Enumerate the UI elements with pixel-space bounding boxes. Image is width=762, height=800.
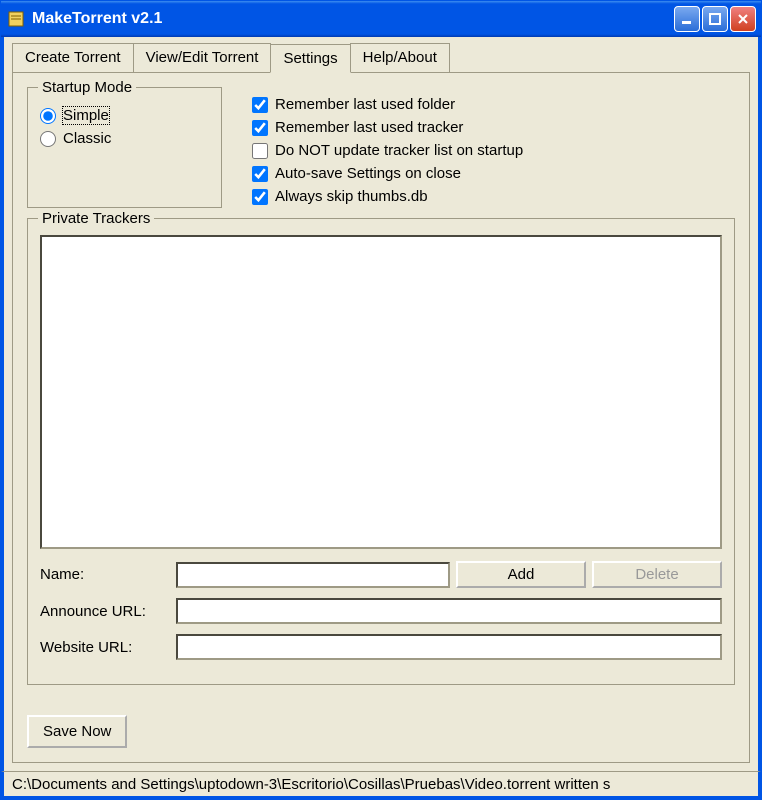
maximize-button[interactable] xyxy=(702,6,728,32)
website-label: Website URL: xyxy=(40,639,170,656)
settings-panel: Startup Mode Simple Classic Remember las… xyxy=(12,72,750,763)
tab-settings[interactable]: Settings xyxy=(270,44,350,73)
announce-url-input[interactable] xyxy=(176,598,722,624)
check-autosave-label: Auto-save Settings on close xyxy=(275,165,461,182)
delete-button[interactable]: Delete xyxy=(592,561,722,588)
app-icon xyxy=(6,9,26,29)
radio-simple[interactable] xyxy=(40,108,56,124)
check-remember-folder-row[interactable]: Remember last used folder xyxy=(252,93,523,116)
private-trackers-title: Private Trackers xyxy=(38,210,154,227)
name-label: Name: xyxy=(40,566,170,583)
app-window: MakeTorrent v2.1 Create Torrent View/Edi… xyxy=(0,0,762,800)
window-controls xyxy=(674,6,756,32)
add-button[interactable]: Add xyxy=(456,561,586,588)
radio-classic-label: Classic xyxy=(63,130,111,147)
check-remember-tracker-label: Remember last used tracker xyxy=(275,119,463,136)
check-skip-thumbs-label: Always skip thumbs.db xyxy=(275,188,428,205)
check-skip-thumbs-row[interactable]: Always skip thumbs.db xyxy=(252,185,523,208)
minimize-button[interactable] xyxy=(674,6,700,32)
save-now-button[interactable]: Save Now xyxy=(27,715,127,748)
client-area: Create Torrent View/Edit Torrent Setting… xyxy=(1,37,761,771)
radio-simple-label: Simple xyxy=(63,107,109,124)
tab-help-about[interactable]: Help/About xyxy=(350,43,450,72)
radio-simple-row[interactable]: Simple xyxy=(40,104,209,127)
name-input[interactable] xyxy=(176,562,450,588)
check-skip-thumbs[interactable] xyxy=(252,189,268,205)
check-no-update-tracker[interactable] xyxy=(252,143,268,159)
check-autosave[interactable] xyxy=(252,166,268,182)
tab-view-edit-torrent[interactable]: View/Edit Torrent xyxy=(133,43,272,72)
website-url-input[interactable] xyxy=(176,634,722,660)
startup-mode-group: Startup Mode Simple Classic xyxy=(27,87,222,208)
check-no-update-tracker-label: Do NOT update tracker list on startup xyxy=(275,142,523,159)
check-remember-tracker[interactable] xyxy=(252,120,268,136)
check-remember-tracker-row[interactable]: Remember last used tracker xyxy=(252,116,523,139)
window-title: MakeTorrent v2.1 xyxy=(32,10,674,28)
startup-mode-title: Startup Mode xyxy=(38,79,136,96)
settings-checkboxes: Remember last used folder Remember last … xyxy=(252,87,523,208)
radio-classic-row[interactable]: Classic xyxy=(40,127,209,150)
statusbar: C:\Documents and Settings\uptodown-3\Esc… xyxy=(1,771,761,799)
close-button[interactable] xyxy=(730,6,756,32)
check-remember-folder[interactable] xyxy=(252,97,268,113)
check-remember-folder-label: Remember last used folder xyxy=(275,96,455,113)
check-no-update-tracker-row[interactable]: Do NOT update tracker list on startup xyxy=(252,139,523,162)
titlebar[interactable]: MakeTorrent v2.1 xyxy=(1,1,761,37)
trackers-listbox[interactable] xyxy=(40,235,722,549)
announce-label: Announce URL: xyxy=(40,603,170,620)
check-autosave-row[interactable]: Auto-save Settings on close xyxy=(252,162,523,185)
radio-classic[interactable] xyxy=(40,131,56,147)
private-trackers-group: Private Trackers Name: Add Delete Announ… xyxy=(27,218,735,685)
tab-create-torrent[interactable]: Create Torrent xyxy=(12,43,134,72)
tabstrip: Create Torrent View/Edit Torrent Setting… xyxy=(4,37,758,72)
